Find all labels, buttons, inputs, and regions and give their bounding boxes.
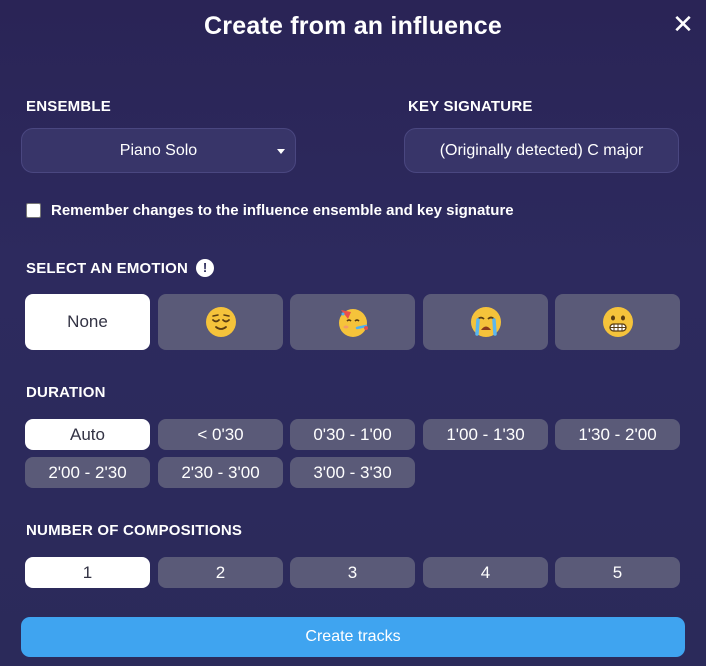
duration-option[interactable]: 1'30 - 2'00	[555, 419, 680, 450]
ensemble-label: ENSEMBLE	[26, 98, 111, 115]
duration-option[interactable]: < 0'30	[158, 419, 283, 450]
close-icon[interactable]: ✕	[670, 10, 696, 38]
duration-option[interactable]: 0'30 - 1'00	[290, 419, 415, 450]
compositions-option-4[interactable]: 4	[423, 557, 548, 588]
grimacing-face-icon	[602, 307, 633, 337]
compositions-option-3[interactable]: 3	[290, 557, 415, 588]
crying-face-icon	[470, 307, 501, 337]
relieved-face-icon	[205, 307, 236, 337]
info-icon[interactable]: !	[196, 259, 214, 277]
remember-label: Remember changes to the influence ensemb…	[51, 202, 514, 219]
duration-label: DURATION	[26, 384, 106, 401]
compositions-option-5[interactable]: 5	[555, 557, 680, 588]
create-tracks-button[interactable]: Create tracks	[21, 617, 685, 657]
duration-option[interactable]: 2'00 - 2'30	[25, 457, 150, 488]
compositions-label: NUMBER OF COMPOSITIONS	[26, 522, 243, 539]
compositions-option-2[interactable]: 2	[158, 557, 283, 588]
remember-row: Remember changes to the influence ensemb…	[26, 202, 514, 219]
key-signature-label: KEY SIGNATURE	[408, 98, 533, 115]
emotion-label: SELECT AN EMOTION	[26, 260, 189, 277]
emotion-option-party[interactable]	[290, 294, 415, 350]
party-face-icon	[338, 309, 368, 337]
emotion-option-none[interactable]: None	[25, 294, 150, 350]
duration-option[interactable]: 3'00 - 3'30	[290, 457, 415, 488]
ensemble-select[interactable]: Piano Solo	[21, 128, 296, 173]
key-signature-value: (Originally detected) C major	[439, 141, 644, 159]
ensemble-value: Piano Solo	[119, 141, 198, 159]
duration-option[interactable]: 2'30 - 3'00	[158, 457, 283, 488]
caret-down-icon	[277, 149, 285, 154]
emotion-none-label: None	[67, 312, 108, 331]
emotion-option-relieved[interactable]	[158, 294, 283, 350]
key-signature-select[interactable]: (Originally detected) C major	[404, 128, 679, 173]
remember-checkbox[interactable]	[26, 203, 41, 218]
create-from-influence-modal: Create from an influence ✕ ENSEMBLE Pian…	[0, 0, 706, 666]
emotion-option-grimacing[interactable]	[555, 294, 680, 350]
compositions-option-1[interactable]: 1	[25, 557, 150, 588]
emotion-option-crying[interactable]	[423, 294, 548, 350]
modal-title: Create from an influence	[204, 12, 502, 40]
duration-option-auto[interactable]: Auto	[25, 419, 150, 450]
duration-option[interactable]: 1'00 - 1'30	[423, 419, 548, 450]
